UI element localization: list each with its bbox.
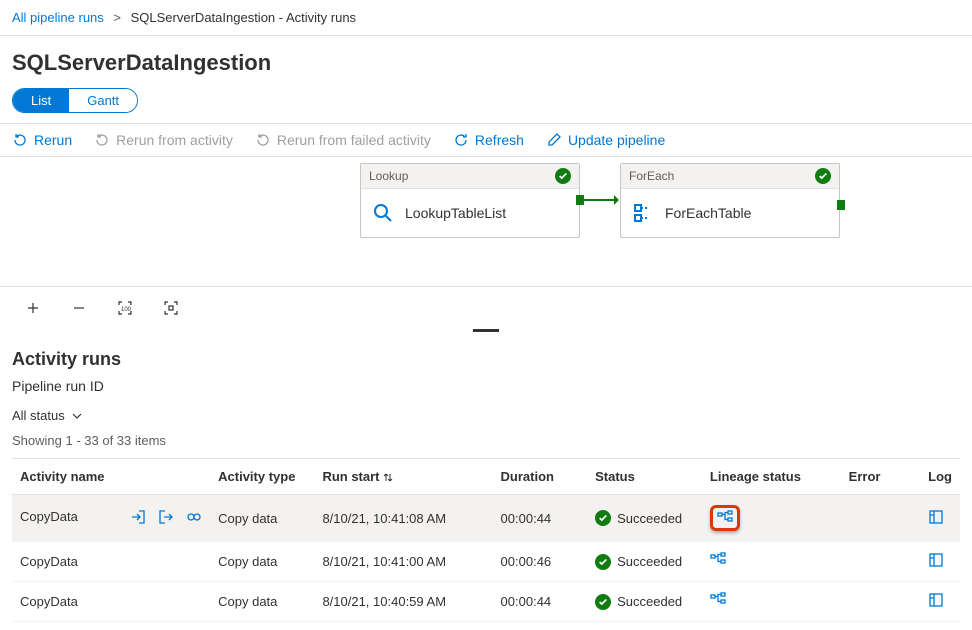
lineage-status-icon[interactable] [717,510,733,526]
activity-name-cell: CopyData [20,509,78,524]
col-error[interactable]: Error [841,459,921,495]
zoom-in-button[interactable] [22,297,44,319]
status-cell: Succeeded [595,594,682,610]
tab-gantt[interactable]: Gantt [69,89,137,112]
col-activity-name[interactable]: Activity name [12,459,210,495]
connector-arrow [582,199,618,201]
node-type-label: ForEach [629,169,674,183]
success-icon [595,510,611,526]
view-tabs: List Gantt [0,88,972,123]
duration-cell: 00:00:46 [493,542,588,582]
activity-name-cell: CopyData [20,594,78,609]
col-lineage[interactable]: Lineage status [702,459,841,495]
table-row[interactable]: CopyData Copy data 8/10/21, 10:41:08 AM … [12,495,960,542]
rerun-from-failed-button: Rerun from failed activity [255,132,431,148]
rerun-activity-icon [94,132,110,148]
col-log[interactable]: Log [920,459,960,495]
activity-type-cell: Copy data [210,495,314,542]
success-icon [595,554,611,570]
node-lookup[interactable]: Lookup LookupTableList [360,163,580,238]
lineage-status-icon[interactable] [710,592,726,608]
lineage-highlight [710,505,740,531]
col-duration[interactable]: Duration [493,459,588,495]
sort-icon [382,471,394,483]
node-name: LookupTableList [405,205,506,221]
col-status[interactable]: Status [587,459,702,495]
col-run-start[interactable]: Run start [314,459,492,495]
rerun-button[interactable]: Rerun [12,132,72,148]
activity-name-cell: CopyData [20,554,78,569]
table-row[interactable]: CopyData Copy data 8/10/21, 10:41:00 AM … [12,542,960,582]
breadcrumb-root[interactable]: All pipeline runs [12,10,104,25]
error-cell [841,582,921,622]
run-start-cell: 8/10/21, 10:40:59 AM [314,582,492,622]
success-icon [595,594,611,610]
duration-cell: 00:00:44 [493,495,588,542]
activity-type-cell: Copy data [210,542,314,582]
rerun-failed-icon [255,132,271,148]
update-pipeline-button[interactable]: Update pipeline [546,132,665,148]
result-count: Showing 1 - 33 of 33 items [12,433,960,448]
pipeline-canvas[interactable]: Lookup LookupTableList ForEach ForEachTa… [0,157,972,287]
zoom-fit-button[interactable]: 100 [114,297,136,319]
foreach-icon [631,201,655,225]
success-badge-icon [555,168,571,184]
status-filter-dropdown[interactable]: All status [12,408,83,423]
tab-list[interactable]: List [13,89,69,112]
log-icon[interactable] [928,509,944,525]
node-name: ForEachTable [665,205,751,221]
log-icon[interactable] [928,552,944,568]
zoom-out-button[interactable] [68,297,90,319]
col-activity-type[interactable]: Activity type [210,459,314,495]
activity-type-cell: Copy data [210,582,314,622]
section-heading: Activity runs [12,349,960,370]
breadcrumb-separator: > [107,10,127,25]
activity-runs-section: Activity runs Pipeline run ID All status… [0,335,972,630]
node-foreach[interactable]: ForEach ForEachTable [620,163,840,238]
duration-cell: 00:00:44 [493,582,588,622]
run-start-cell: 8/10/21, 10:41:00 AM [314,542,492,582]
details-icon[interactable] [186,509,202,528]
activity-runs-table: Activity name Activity type Run start Du… [12,458,960,622]
canvas-toolbar: 100 [0,287,972,329]
error-cell [841,542,921,582]
edit-icon [546,132,562,148]
zoom-reset-button[interactable] [160,297,182,319]
refresh-button[interactable]: Refresh [453,132,524,148]
table-row[interactable]: CopyData Copy data 8/10/21, 10:40:59 AM … [12,582,960,622]
refresh-icon [453,132,469,148]
node-type-label: Lookup [369,169,408,183]
rerun-from-activity-button: Rerun from activity [94,132,233,148]
lookup-icon [371,201,395,225]
svg-text:100: 100 [121,307,132,313]
status-cell: Succeeded [595,554,682,570]
output-icon[interactable] [158,509,174,528]
lineage-status-icon[interactable] [710,552,726,568]
log-icon[interactable] [928,592,944,608]
chevron-down-icon [71,410,83,422]
breadcrumb: All pipeline runs > SQLServerDataIngesti… [0,0,972,36]
error-cell [841,495,921,542]
pipeline-run-id-label: Pipeline run ID [12,378,960,394]
node-output-handle[interactable] [837,200,845,210]
run-start-cell: 8/10/21, 10:41:08 AM [314,495,492,542]
page-title: SQLServerDataIngestion [0,36,972,88]
input-icon[interactable] [130,509,146,528]
status-cell: Succeeded [595,510,682,526]
rerun-icon [12,132,28,148]
success-badge-icon [815,168,831,184]
breadcrumb-current: SQLServerDataIngestion - Activity runs [131,10,356,25]
toolbar: Rerun Rerun from activity Rerun from fai… [0,123,972,157]
